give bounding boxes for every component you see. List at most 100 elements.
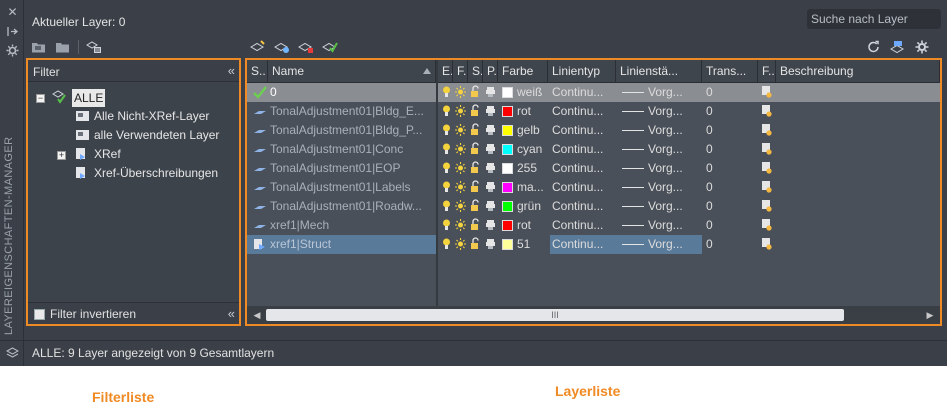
transparency-cell[interactable]: 0: [706, 121, 754, 140]
lightbulb-on-icon[interactable]: [441, 237, 452, 251]
scroll-left-arrow-icon[interactable]: ◀: [250, 308, 264, 322]
set-current-icon[interactable]: [322, 40, 338, 54]
column-header-plot[interactable]: P..: [483, 60, 498, 83]
linetype-cell[interactable]: Continu...: [550, 235, 616, 254]
layer-row[interactable]: TonalAdjustment01|Labels ma... Continu... V…: [247, 178, 940, 197]
new-viewport-freeze-icon[interactable]: [761, 199, 772, 213]
lightbulb-on-icon[interactable]: [441, 104, 452, 118]
layer-name[interactable]: TonalAdjustment01|Conc: [270, 140, 434, 159]
unlocked-icon[interactable]: [470, 199, 481, 213]
column-header-description[interactable]: Beschreibung: [776, 60, 940, 83]
delete-layer-icon[interactable]: [298, 40, 314, 54]
color-name[interactable]: cyan: [517, 140, 547, 159]
transparency-cell[interactable]: 0: [706, 159, 754, 178]
new-viewport-freeze-icon[interactable]: [761, 142, 772, 156]
color-swatch[interactable]: [502, 220, 513, 231]
transparency-cell[interactable]: 0: [706, 140, 754, 159]
new-group-filter-icon[interactable]: [55, 40, 71, 54]
transparency-cell[interactable]: 0: [706, 83, 754, 102]
layer-search-input[interactable]: Suche nach Layer: [807, 9, 941, 29]
layer-name[interactable]: TonalAdjustment01|Roadw...: [270, 197, 434, 216]
layer-row[interactable]: TonalAdjustment01|Roadw... grün Continu...…: [247, 197, 940, 216]
unlocked-icon[interactable]: [470, 123, 481, 137]
layer-name[interactable]: xref1|Mech: [270, 216, 434, 235]
color-swatch[interactable]: [502, 87, 513, 98]
column-header-lock[interactable]: S..: [468, 60, 483, 83]
layer-row[interactable]: TonalAdjustment01|Bldg_P... gelb Continu..…: [247, 121, 940, 140]
scrollbar-thumb[interactable]: III: [266, 309, 844, 321]
sun-thaw-icon[interactable]: [455, 199, 466, 213]
sun-thaw-icon[interactable]: [455, 237, 466, 251]
linetype-cell[interactable]: Continu...: [550, 83, 616, 102]
lineweight-cell[interactable]: Vorg...: [616, 178, 702, 197]
lineweight-cell[interactable]: Vorg...: [616, 235, 702, 254]
layer-row[interactable]: 0 weiß Continu... Vorg... 0: [247, 83, 940, 102]
color-swatch[interactable]: [502, 144, 513, 155]
horizontal-scrollbar[interactable]: ◀ III ▶: [247, 306, 940, 324]
new-layer-frozen-icon[interactable]: [274, 40, 290, 54]
lightbulb-on-icon[interactable]: [441, 85, 452, 99]
printer-icon[interactable]: [485, 85, 496, 99]
color-name[interactable]: ma...: [517, 178, 547, 197]
color-name[interactable]: grün: [517, 197, 547, 216]
transparency-cell[interactable]: 0: [706, 235, 754, 254]
tree-expand-toggle[interactable]: +: [57, 151, 66, 160]
filter-item-all[interactable]: ALLE: [72, 89, 106, 107]
layer-settings-icon[interactable]: [890, 40, 906, 54]
layer-name[interactable]: TonalAdjustment01|Bldg_P...: [270, 121, 434, 140]
unlocked-icon[interactable]: [470, 85, 481, 99]
layer-states-manager-icon[interactable]: [86, 40, 102, 54]
close-icon[interactable]: ✕: [6, 6, 19, 19]
color-swatch[interactable]: [502, 201, 513, 212]
collapse-filter-icon[interactable]: «: [228, 64, 235, 78]
lineweight-cell[interactable]: Vorg...: [616, 83, 702, 102]
sun-thaw-icon[interactable]: [455, 161, 466, 175]
unlocked-icon[interactable]: [470, 180, 481, 194]
layer-row[interactable]: TonalAdjustment01|EOP 255 Continu... Vorg..…: [247, 159, 940, 178]
unlocked-icon[interactable]: [470, 104, 481, 118]
printer-icon[interactable]: [485, 237, 496, 251]
lineweight-cell[interactable]: Vorg...: [616, 102, 702, 121]
linetype-cell[interactable]: Continu...: [550, 197, 616, 216]
color-swatch[interactable]: [502, 239, 513, 250]
column-header-status[interactable]: S..: [247, 60, 268, 83]
printer-icon[interactable]: [485, 104, 496, 118]
new-viewport-freeze-icon[interactable]: [761, 237, 772, 251]
linetype-cell[interactable]: Continu...: [550, 121, 616, 140]
column-header-lineweight[interactable]: Linienstä...: [616, 60, 702, 83]
lineweight-cell[interactable]: Vorg...: [616, 121, 702, 140]
printer-icon[interactable]: [485, 161, 496, 175]
sun-thaw-icon[interactable]: [455, 104, 466, 118]
layer-row[interactable]: TonalAdjustment01|Bldg_E... rot Continu...…: [247, 102, 940, 121]
color-name[interactable]: rot: [517, 102, 547, 121]
sun-thaw-icon[interactable]: [455, 180, 466, 194]
color-name[interactable]: 255: [517, 159, 547, 178]
filter-item-xref[interactable]: XRef: [94, 145, 121, 163]
lineweight-cell[interactable]: Vorg...: [616, 197, 702, 216]
color-swatch[interactable]: [502, 182, 513, 193]
sun-thaw-icon[interactable]: [455, 123, 466, 137]
lightbulb-on-icon[interactable]: [441, 218, 452, 232]
layer-row[interactable]: xref1|Struct 51 Continu... Vorg... 0: [247, 235, 940, 254]
filter-item-used-layers[interactable]: alle Verwendeten Layer: [94, 126, 219, 144]
layer-name[interactable]: 0: [270, 83, 434, 102]
lightbulb-on-icon[interactable]: [441, 123, 452, 137]
lineweight-cell[interactable]: Vorg...: [616, 216, 702, 235]
unlocked-icon[interactable]: [470, 161, 481, 175]
layer-name[interactable]: TonalAdjustment01|Bldg_E...: [270, 102, 434, 121]
printer-icon[interactable]: [485, 142, 496, 156]
column-header-newvp[interactable]: F..: [758, 60, 776, 83]
new-property-filter-icon[interactable]: [31, 40, 47, 54]
column-header-name[interactable]: Name: [268, 60, 436, 83]
transparency-cell[interactable]: 0: [706, 216, 754, 235]
column-header-color[interactable]: Farbe: [498, 60, 548, 83]
column-header-freeze[interactable]: F..: [453, 60, 468, 83]
layer-name[interactable]: xref1|Struct: [270, 235, 434, 254]
transparency-cell[interactable]: 0: [706, 102, 754, 121]
linetype-cell[interactable]: Continu...: [550, 140, 616, 159]
new-viewport-freeze-icon[interactable]: [761, 104, 772, 118]
lineweight-cell[interactable]: Vorg...: [616, 159, 702, 178]
new-viewport-freeze-icon[interactable]: [761, 218, 772, 232]
new-viewport-freeze-icon[interactable]: [761, 180, 772, 194]
printer-icon[interactable]: [485, 218, 496, 232]
